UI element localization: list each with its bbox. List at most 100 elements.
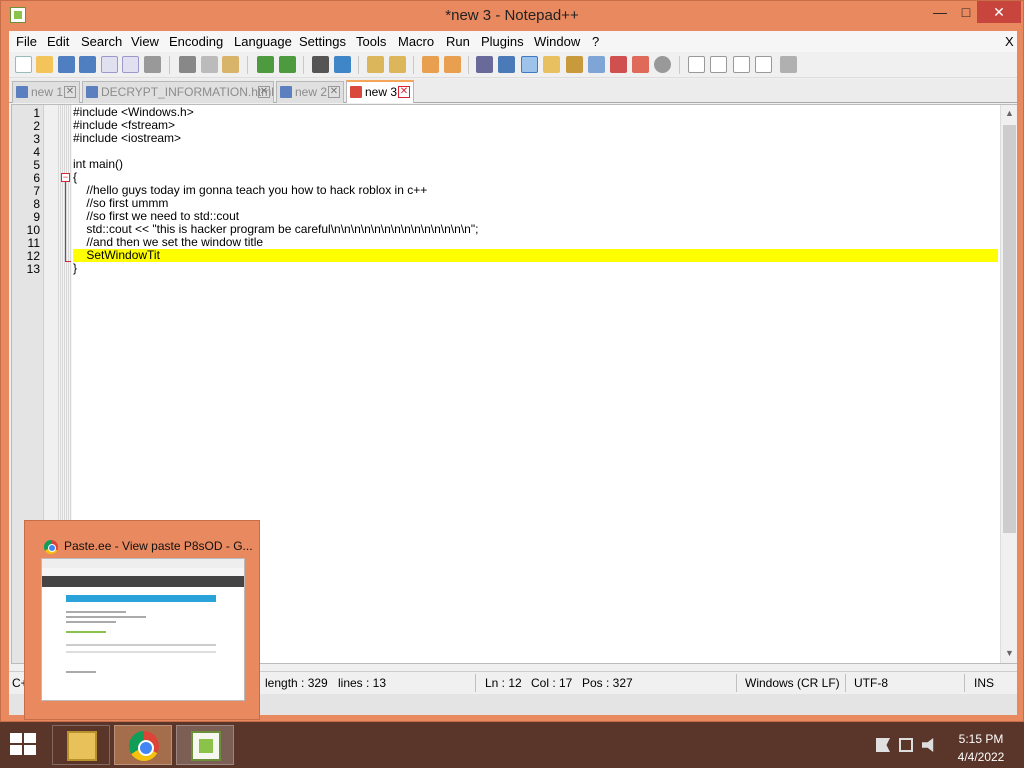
network-icon[interactable] — [899, 738, 913, 752]
close-window-button[interactable]: ✕ — [977, 1, 1021, 23]
volume-muted-icon[interactable] — [922, 738, 934, 752]
thumb-link-line — [66, 631, 106, 633]
preview-thumbnail-image[interactable] — [41, 558, 245, 701]
tab-close-icon[interactable]: ✕ — [398, 86, 410, 98]
toolbar-separator — [679, 56, 680, 74]
line-number: 10 — [26, 223, 40, 237]
zoom-in-icon[interactable] — [367, 56, 384, 73]
scroll-down-arrow-icon[interactable]: ▼ — [1001, 645, 1018, 662]
indent-guide-icon[interactable] — [521, 56, 538, 73]
function-list-icon[interactable] — [566, 56, 583, 73]
play-macro-icon[interactable] — [733, 56, 750, 73]
tab-decrypt-information[interactable]: DECRYPT_INFORMATION.html ✕ — [82, 81, 274, 103]
thumb-addressbar — [42, 568, 244, 576]
doc-map-icon[interactable] — [543, 56, 560, 73]
save-icon[interactable] — [58, 56, 75, 73]
copy-icon[interactable] — [201, 56, 218, 73]
monitoring-icon[interactable] — [610, 56, 627, 73]
line-number: 8 — [33, 197, 40, 211]
tab-bar: new 1 ✕ DECRYPT_INFORMATION.html ✕ new 2… — [9, 79, 1017, 103]
status-eol[interactable]: Windows (CR LF) — [745, 676, 840, 690]
close-document-button[interactable]: X — [1005, 34, 1014, 49]
scroll-up-arrow-icon[interactable]: ▲ — [1001, 105, 1018, 122]
menu-edit[interactable]: Edit — [47, 34, 69, 49]
redo-icon[interactable] — [279, 56, 296, 73]
folder-workspace-icon[interactable] — [588, 56, 605, 73]
tab-label: new 2 — [295, 85, 328, 99]
menu-tools[interactable]: Tools — [356, 34, 386, 49]
thumb-text-line — [66, 621, 116, 623]
action-center-flag-icon[interactable] — [876, 738, 890, 752]
tab-new-2[interactable]: new 2 ✕ — [276, 81, 344, 103]
fold-toggle-icon[interactable]: − — [61, 173, 70, 182]
file-explorer-icon — [67, 731, 97, 761]
title-bar[interactable]: *new 3 - Notepad++ — □ ✕ — [1, 1, 1023, 31]
taskbar-thumbnail-preview[interactable]: Paste.ee - View paste P8sOD - G... — [24, 520, 260, 720]
print-icon[interactable] — [144, 56, 161, 73]
thumb-site-header — [42, 576, 244, 587]
menu-window[interactable]: Window — [534, 34, 580, 49]
menu-settings[interactable]: Settings — [299, 34, 346, 49]
clock-time[interactable]: 5:15 PM — [950, 732, 1012, 746]
zoom-out-icon[interactable] — [389, 56, 406, 73]
menu-encoding[interactable]: Encoding — [169, 34, 223, 49]
thumb-text-line — [66, 644, 216, 646]
undo-icon[interactable] — [257, 56, 274, 73]
vertical-scrollbar[interactable]: ▲ ▼ — [1000, 105, 1017, 663]
record-macro-icon[interactable] — [688, 56, 705, 73]
close-icon[interactable] — [101, 56, 118, 73]
taskbar-notepadpp[interactable] — [176, 725, 234, 765]
menu-search[interactable]: Search — [81, 34, 122, 49]
tab-close-icon[interactable]: ✕ — [64, 86, 76, 98]
tab-label: new 3 — [365, 85, 398, 99]
tab-new-1[interactable]: new 1 ✕ — [12, 81, 80, 103]
tab-new-3[interactable]: new 3 ✕ — [346, 80, 414, 103]
thumb-text-line — [66, 616, 146, 618]
window-title: *new 3 - Notepad++ — [445, 7, 579, 24]
cut-icon[interactable] — [179, 56, 196, 73]
status-encoding[interactable]: UTF-8 — [854, 676, 888, 690]
status-insert-mode[interactable]: INS — [974, 676, 994, 690]
tab-close-icon[interactable]: ✕ — [328, 86, 340, 98]
menu-language[interactable]: Language — [234, 34, 292, 49]
stop-record-icon[interactable] — [710, 56, 727, 73]
paste-icon[interactable] — [222, 56, 239, 73]
saved-file-icon — [86, 86, 98, 98]
menu-view[interactable]: View — [131, 34, 159, 49]
new-file-icon[interactable] — [15, 56, 32, 73]
replace-icon[interactable] — [334, 56, 351, 73]
word-wrap-icon[interactable] — [476, 56, 493, 73]
ellipse-icon[interactable] — [654, 56, 671, 73]
line-number: 6 — [33, 171, 40, 185]
status-separator — [964, 674, 965, 692]
toolbar-separator — [468, 56, 469, 74]
open-file-icon[interactable] — [36, 56, 53, 73]
menu-file[interactable]: File — [16, 34, 37, 49]
line-number: 7 — [33, 184, 40, 198]
show-all-chars-icon[interactable] — [498, 56, 515, 73]
taskbar-file-explorer[interactable] — [52, 725, 110, 765]
tab-close-icon[interactable]: ✕ — [258, 86, 270, 98]
save-macro-icon[interactable] — [780, 56, 797, 73]
save-all-icon[interactable] — [79, 56, 96, 73]
menu-help[interactable]: ? — [592, 34, 599, 49]
find-icon[interactable] — [312, 56, 329, 73]
scrollbar-thumb[interactable] — [1003, 125, 1016, 533]
status-separator — [845, 674, 846, 692]
windows-start-icon[interactable] — [10, 733, 38, 757]
toolbar-separator — [413, 56, 414, 74]
close-all-icon[interactable] — [122, 56, 139, 73]
run-multiple-icon[interactable] — [755, 56, 772, 73]
code-line: //and then we set the window title — [73, 235, 264, 249]
line-number: 2 — [33, 119, 40, 133]
sync-horizontal-icon[interactable] — [444, 56, 461, 73]
code-line: #include <fstream> — [73, 118, 176, 132]
menu-macro[interactable]: Macro — [398, 34, 434, 49]
sync-vertical-icon[interactable] — [422, 56, 439, 73]
thumb-banner — [66, 595, 216, 602]
folder-icon[interactable] — [632, 56, 649, 73]
menu-run[interactable]: Run — [446, 34, 470, 49]
clock-date[interactable]: 4/4/2022 — [950, 750, 1012, 764]
taskbar-chrome[interactable] — [114, 725, 172, 765]
menu-plugins[interactable]: Plugins — [481, 34, 524, 49]
